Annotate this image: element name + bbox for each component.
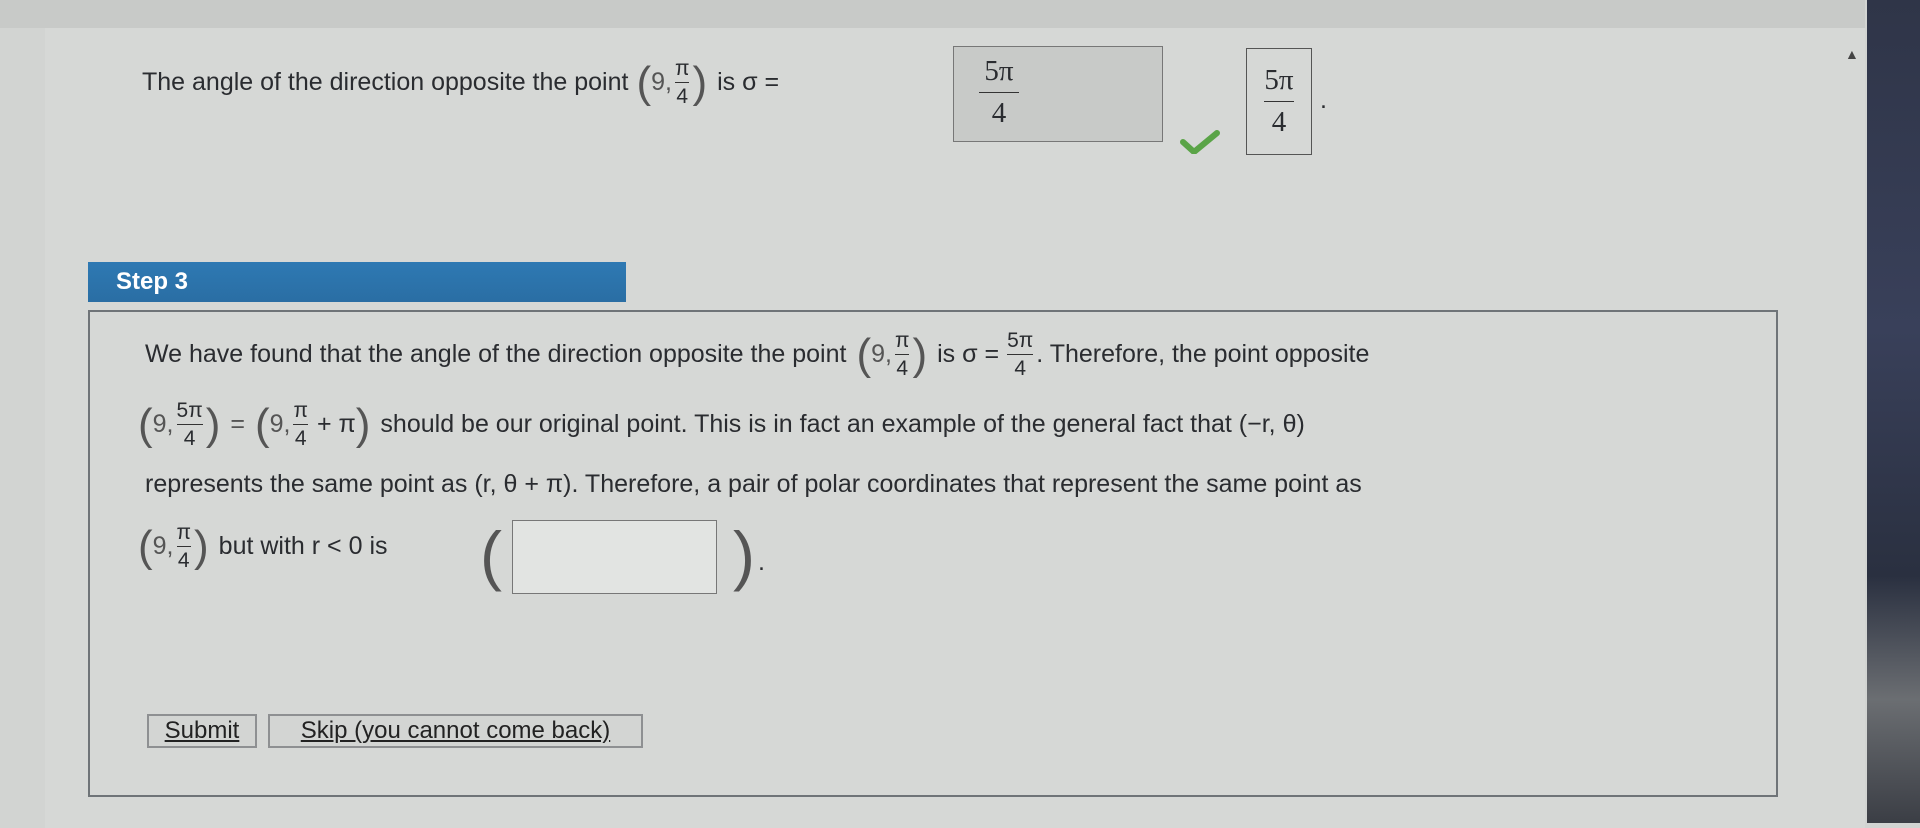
step-title: Step 3 (116, 268, 189, 295)
step-header: Step 3 (88, 262, 626, 302)
question-point-r: 9, (651, 68, 672, 96)
polar-coordinate-input[interactable] (512, 520, 717, 594)
step-line-3: represents the same point as (r, θ + π).… (145, 470, 1362, 498)
step-line4-period: . (758, 548, 765, 576)
top-strip (0, 0, 1865, 28)
check-icon (1180, 130, 1220, 154)
correct-answer-box: 5π 4 (1246, 48, 1312, 155)
question-period: . (1320, 86, 1327, 114)
answer-field[interactable]: 5π 4 (953, 46, 1163, 142)
step-line1-theta: π4 (894, 329, 910, 380)
question-point-theta: π4 (674, 57, 690, 108)
desktop-background-edge (1867, 0, 1920, 823)
step-line2-theta-a: 5π 4 (176, 399, 203, 450)
question-line: The angle of the direction opposite the … (142, 57, 780, 108)
correct-denominator: 4 (1271, 106, 1287, 138)
answer-denominator: 4 (991, 97, 1007, 129)
step-line-2: ( 9, 5π 4 ) = ( 9, π4 + π ) should be our… (138, 399, 1305, 450)
submit-button[interactable]: Submit (147, 714, 257, 748)
step-line-1: We have found that the angle of the dire… (145, 329, 1370, 380)
step-line-4: ( 9, π4 ) but with r < 0 is (138, 521, 388, 572)
correct-numerator: 5π (1264, 64, 1294, 96)
question-is-sigma: is σ = (717, 68, 780, 96)
step-line1-sigma: 5π 4 (1007, 329, 1034, 380)
scroll-up-icon[interactable]: ▲ (1845, 46, 1859, 62)
close-paren: ) (733, 518, 755, 592)
answer-numerator: 5π (984, 55, 1014, 87)
step-line4-theta: π4 (176, 521, 192, 572)
question-prefix: The angle of the direction opposite the … (142, 68, 629, 96)
step-line2-theta-b: π4 (293, 399, 308, 450)
open-paren: ( (480, 518, 502, 592)
skip-button[interactable]: Skip (you cannot come back) (268, 714, 643, 748)
